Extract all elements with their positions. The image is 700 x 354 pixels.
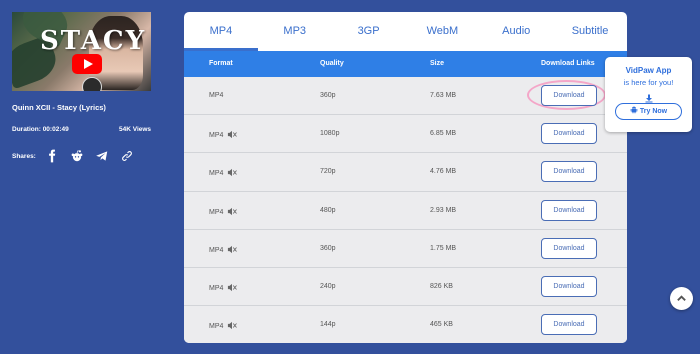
download-button[interactable]: Download — [541, 237, 597, 259]
table-row: MP4 360p 1.75 MB Download — [184, 229, 627, 268]
tab-3gp[interactable]: 3GP — [332, 12, 406, 51]
video-thumbnail[interactable]: STACY — [12, 12, 151, 91]
scroll-to-top-button[interactable] — [670, 287, 693, 310]
chevron-up-icon — [677, 295, 686, 301]
row-size: 4.76 MB — [430, 168, 457, 176]
row-format-text: MP4 — [209, 246, 224, 254]
row-format-text: MP4 — [209, 170, 224, 178]
download-button[interactable]: Download — [541, 314, 597, 336]
youtube-play-icon[interactable] — [72, 54, 102, 74]
row-format: MP4 — [209, 321, 238, 331]
row-format-text: MP4 — [209, 284, 224, 292]
row-format: MP4 — [209, 168, 238, 178]
header-download-links: Download Links — [541, 60, 595, 67]
row-format: MP4 — [209, 130, 238, 140]
download-button[interactable]: Download — [541, 275, 597, 297]
row-size: 2.93 MB — [430, 206, 457, 214]
muted-icon — [227, 321, 238, 330]
share-overlay-icon[interactable] — [82, 77, 102, 91]
download-button[interactable]: Download — [541, 85, 597, 106]
try-now-label: Try Now — [639, 108, 668, 115]
video-title: Quinn XCII - Stacy (Lyrics) — [12, 103, 106, 112]
format-tabs: MP4 MP3 3GP WebM Audio Subtitle — [184, 12, 627, 51]
table-row: MP4 240p 826 KB Download — [184, 267, 627, 307]
thumbnail-title-text: STACY — [40, 26, 147, 56]
tab-webm[interactable]: WebM — [405, 12, 479, 51]
row-quality: 360p — [320, 92, 336, 99]
row-format: MP4 — [209, 245, 238, 254]
row-format: MP4 — [209, 283, 238, 292]
tab-mp4[interactable]: MP4 — [184, 12, 258, 51]
tab-mp3[interactable]: MP3 — [258, 12, 332, 51]
header-quality: Quality — [320, 60, 344, 67]
row-quality: 720p — [320, 168, 336, 176]
row-size: 826 KB — [430, 282, 453, 290]
table-header: Format Quality Size Download Links — [184, 51, 627, 77]
table-row: MP4 1080p 6.85 MB Download — [184, 115, 627, 154]
try-now-button[interactable]: Try Now — [615, 103, 682, 120]
row-size: 6.85 MB — [430, 130, 457, 138]
table-body: MP4 360p 7.63 MB Download MP4 1080p 6.85… — [184, 77, 627, 343]
facebook-icon[interactable] — [45, 149, 59, 163]
muted-icon — [227, 168, 238, 177]
row-size: 7.63 MB — [430, 92, 457, 99]
row-format-text: MP4 — [209, 208, 224, 216]
reddit-icon[interactable] — [70, 149, 84, 163]
row-size: 1.75 MB — [430, 244, 457, 252]
header-format: Format — [209, 60, 233, 67]
row-quality: 360p — [320, 244, 336, 252]
table-row: MP4 720p 4.76 MB Download — [184, 153, 627, 192]
muted-icon — [227, 283, 238, 292]
download-arrow-icon — [605, 90, 692, 103]
promo-title: VidPaw App — [625, 66, 672, 75]
download-button[interactable]: Download — [541, 123, 597, 145]
row-quality: 480p — [320, 206, 336, 214]
download-button[interactable]: Download — [541, 199, 597, 221]
row-quality: 144p — [320, 321, 336, 329]
promo-subtitle: is here for you! — [623, 78, 674, 87]
table-row: MP4 360p 7.63 MB Download — [184, 77, 627, 116]
table-row: MP4 144p 465 KB Download — [184, 306, 627, 343]
app-promo-popup: VidPaw App is here for you! Try Now — [605, 57, 692, 132]
row-quality: 240p — [320, 282, 336, 290]
row-quality: 1080p — [320, 130, 340, 138]
link-icon[interactable] — [120, 149, 134, 163]
muted-icon — [227, 130, 238, 139]
download-button[interactable]: Download — [541, 161, 597, 183]
table-row: MP4 480p 2.93 MB Download — [184, 191, 627, 230]
row-format: MP4 — [209, 207, 238, 216]
download-card: MP4 MP3 3GP WebM Audio Subtitle Format Q… — [184, 12, 627, 343]
android-icon — [630, 106, 638, 114]
tab-audio[interactable]: Audio — [479, 12, 553, 51]
header-size: Size — [430, 60, 445, 67]
row-format-text: MP4 — [209, 323, 224, 331]
muted-icon — [227, 245, 238, 254]
shares-label: Shares: — [12, 153, 36, 160]
video-views: 54K Views — [119, 126, 152, 133]
row-format: MP4 — [209, 92, 224, 99]
row-size: 465 KB — [430, 321, 453, 329]
telegram-icon[interactable] — [95, 149, 109, 163]
row-format-text: MP4 — [209, 132, 224, 140]
tab-subtitle[interactable]: Subtitle — [553, 12, 627, 51]
video-duration: Duration: 00:02:49 — [12, 126, 69, 133]
muted-icon — [227, 207, 238, 216]
